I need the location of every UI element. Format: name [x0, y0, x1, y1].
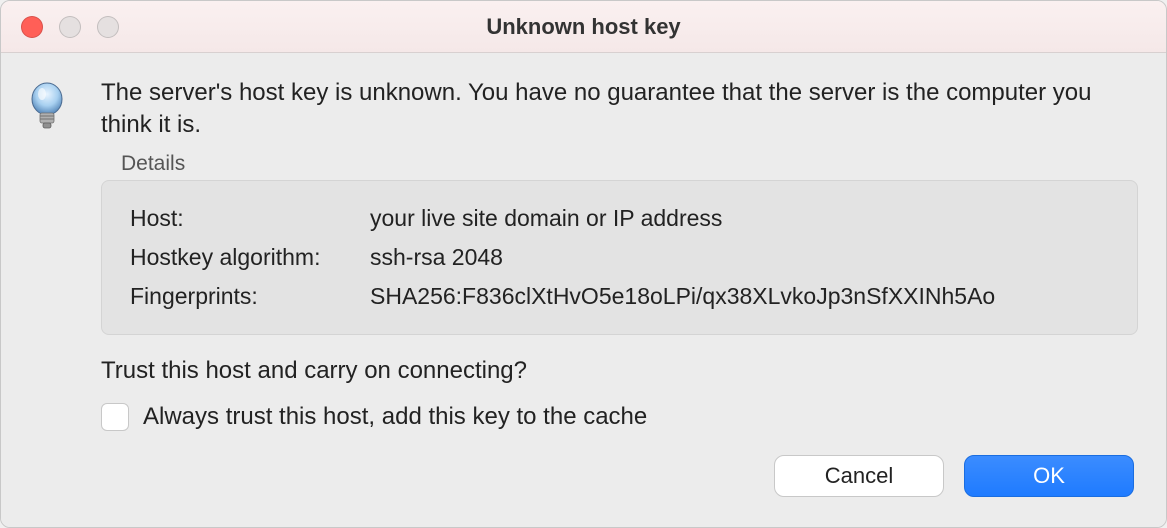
warning-message: The server's host key is unknown. You ha…	[101, 77, 1138, 142]
checkbox-row: Always trust this host, add this key to …	[101, 403, 1138, 431]
button-row: Cancel OK	[101, 455, 1138, 497]
details-label: Details	[121, 152, 1138, 176]
lightbulb-icon	[25, 81, 69, 133]
details-row-algorithm: Hostkey algorithm: ssh-rsa 2048	[130, 238, 1109, 277]
dialog-content: The server's host key is unknown. You ha…	[1, 53, 1166, 527]
details-key: Hostkey algorithm:	[130, 238, 370, 277]
icon-column	[25, 77, 77, 511]
always-trust-checkbox[interactable]	[101, 403, 129, 431]
details-key: Fingerprints:	[130, 277, 370, 316]
dialog-window: Unknown host key The ser	[0, 0, 1167, 528]
main-column: The server's host key is unknown. You ha…	[101, 77, 1138, 511]
details-value: SHA256:F836clXtHvO5e18oLPi/qx38XLvkoJp3n…	[370, 277, 1109, 316]
details-row-host: Host: your live site domain or IP addres…	[130, 199, 1109, 238]
details-value: ssh-rsa 2048	[370, 238, 1109, 277]
details-row-fingerprints: Fingerprints: SHA256:F836clXtHvO5e18oLPi…	[130, 277, 1109, 316]
traffic-lights	[1, 16, 119, 38]
trust-question: Trust this host and carry on connecting?	[101, 357, 1138, 385]
details-value: your live site domain or IP address	[370, 199, 1109, 238]
details-box: Host: your live site domain or IP addres…	[101, 180, 1138, 335]
close-window-button[interactable]	[21, 16, 43, 38]
titlebar: Unknown host key	[1, 1, 1166, 53]
details-key: Host:	[130, 199, 370, 238]
minimize-window-button[interactable]	[59, 16, 81, 38]
window-title: Unknown host key	[1, 14, 1166, 40]
cancel-button[interactable]: Cancel	[774, 455, 944, 497]
checkbox-label: Always trust this host, add this key to …	[143, 403, 647, 431]
zoom-window-button[interactable]	[97, 16, 119, 38]
ok-button[interactable]: OK	[964, 455, 1134, 497]
